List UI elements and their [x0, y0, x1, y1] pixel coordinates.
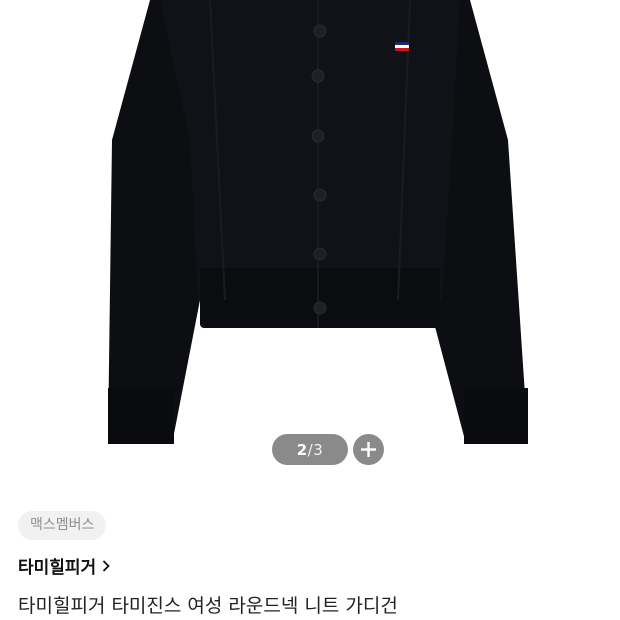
chevron-right-icon: [102, 559, 110, 572]
pager-current: 2: [296, 440, 308, 459]
zoom-button[interactable]: [353, 434, 384, 465]
brand-link[interactable]: 타미힐피거: [18, 553, 110, 578]
seller-chip[interactable]: 맥스멤버스: [18, 511, 107, 540]
brand-label: 타미힐피거: [18, 558, 97, 578]
cardigan-photo: [108, 0, 528, 444]
product-title: 타미힐피거 타미진스 여성 라운드넥 니트 가디건: [18, 595, 398, 617]
product-image[interactable]: [0, 0, 620, 488]
pager-total: 3: [313, 440, 324, 459]
plus-icon: [361, 442, 376, 457]
product-detail-page: 2 / 3 맥스멤버스 타미힐피거 타미힐피거 타미진스 여성 라운드넥 니트 …: [0, 0, 620, 620]
image-pager: 2 / 3: [272, 434, 348, 465]
